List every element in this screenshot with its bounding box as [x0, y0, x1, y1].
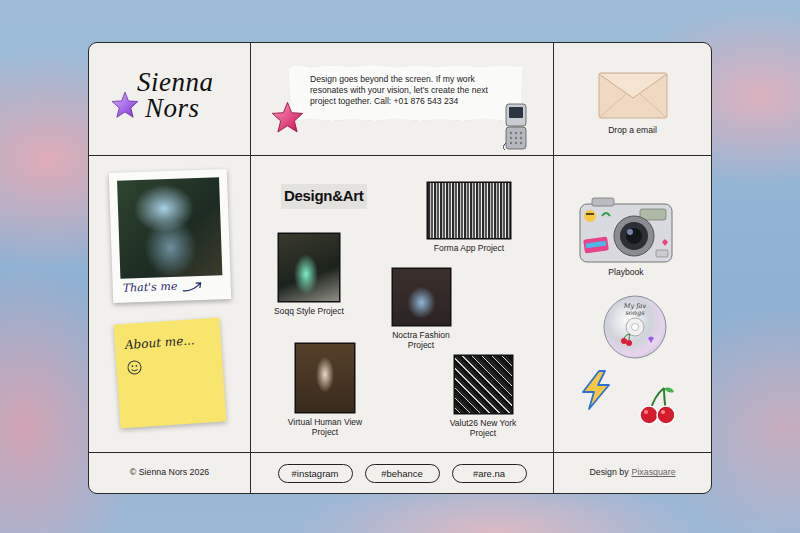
social-links: #instagram #behance #are.na	[251, 453, 554, 493]
about-link: About me...	[124, 330, 211, 354]
project-title: Virtual Human View Project	[282, 417, 368, 437]
project-thumbnail	[296, 344, 354, 412]
project-card[interactable]: Forma App Project	[414, 183, 524, 253]
profile-polaroid[interactable]: That's me	[108, 169, 230, 303]
credit-text: Design by	[589, 466, 628, 479]
logo-line: Sienna	[137, 69, 214, 95]
playbook-label: Playbook	[608, 266, 643, 279]
project-title: Valut26 New York Project	[440, 418, 526, 438]
sticker-cell: Playbook My fav songs	[554, 156, 711, 453]
social-link[interactable]: #are.na	[452, 464, 527, 483]
project-card[interactable]: Valut26 New York Project	[428, 356, 538, 438]
email-cell: Drop a email	[554, 43, 711, 156]
envelope-icon[interactable]	[598, 70, 668, 120]
smiley-icon	[126, 359, 143, 376]
logo-cell: Sienna Nors	[89, 43, 251, 156]
cherry-icon	[636, 384, 678, 426]
star-icon	[111, 91, 139, 119]
footer-credit-cell: Design by Pixasquare	[554, 453, 711, 493]
lightning-icon	[579, 370, 613, 410]
social-link[interactable]: #instagram	[278, 464, 353, 483]
social-link[interactable]: #behance	[365, 464, 440, 483]
project-title: Forma App Project	[434, 243, 504, 253]
project-card[interactable]: Soqq Style Project	[254, 234, 364, 316]
about-note[interactable]: About me...	[113, 317, 226, 428]
copyright: © Sienna Nors 2026	[130, 466, 209, 479]
gallery-canvas: Design&Art Forma App Project Soqq Style P…	[251, 156, 554, 453]
gallery-title: Design&Art	[281, 184, 367, 209]
playbook-link[interactable]: Playbook	[576, 194, 676, 279]
music-cd[interactable]: My fav songs	[602, 294, 668, 360]
camera-icon	[578, 194, 674, 266]
profile-photo	[117, 177, 222, 279]
project-card[interactable]: Virtual Human View Project	[270, 344, 380, 437]
arrow-icon	[181, 280, 203, 293]
photo-caption: That's me	[122, 279, 177, 297]
project-card[interactable]: Noctra Fashion Project	[366, 269, 476, 350]
message-cell: Design goes beyond the screen. If my wor…	[251, 43, 554, 156]
cd-label: My fav songs	[614, 303, 656, 317]
portfolio-card: Sienna Nors Design goes beyond the scree…	[88, 42, 712, 494]
phone-icon[interactable]	[503, 103, 531, 151]
project-title: Soqq Style Project	[274, 306, 344, 316]
footer-copyright-cell: © Sienna Nors 2026	[89, 453, 251, 493]
star-icon	[271, 101, 304, 134]
project-thumbnail	[455, 356, 512, 413]
logo[interactable]: Sienna Nors	[137, 69, 214, 121]
project-title: Noctra Fashion Project	[378, 330, 464, 350]
project-thumbnail	[428, 183, 510, 238]
profile-cell: That's me About me...	[89, 156, 251, 453]
contact-message: Design goes beyond the screen. If my wor…	[310, 74, 503, 107]
credit-link[interactable]: Pixasquare	[632, 466, 676, 479]
torn-paper: Design goes beyond the screen. If my wor…	[288, 65, 523, 121]
project-thumbnail	[393, 269, 450, 325]
logo-line: Nors	[137, 95, 214, 121]
project-thumbnail	[279, 234, 339, 301]
email-link[interactable]: Drop a email	[608, 124, 657, 137]
